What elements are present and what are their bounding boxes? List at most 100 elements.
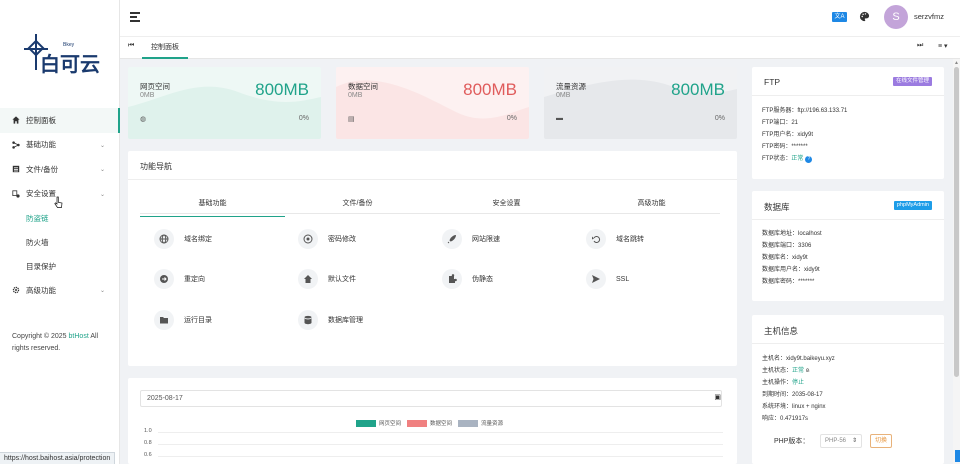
sidebar-subitem-dir-protect[interactable]: 目录保护 (0, 254, 120, 278)
kv-value: 21 (791, 120, 799, 126)
kv-value: xidy9t (804, 267, 820, 273)
legend-item[interactable]: 数据空间 (407, 419, 452, 427)
tab-basic[interactable]: 基础功能 (140, 198, 285, 217)
kv-value: ******* (791, 144, 808, 150)
kv-key: FTP用户名： (762, 132, 798, 138)
legend-swatch (458, 419, 479, 427)
legend-item[interactable]: 流量资源 (458, 419, 503, 427)
panel-title: FTP (764, 77, 781, 87)
fn-ssl[interactable]: SSL (586, 269, 629, 289)
fn-rate-limit[interactable]: 网站限速 (442, 229, 500, 249)
stat-percent: 0% (714, 115, 725, 122)
fn-domain-redirect[interactable]: 域名跳转 (586, 229, 644, 249)
panel-title: 主机信息 (764, 326, 799, 336)
fn-default-file[interactable]: 默认文件 (298, 269, 356, 289)
tab-security[interactable]: 安全设置 (434, 198, 579, 216)
tab-scroll-left-icon[interactable]: ⏮ (128, 42, 134, 50)
tab-scroll-right-icon[interactable]: ⏭ (917, 42, 923, 50)
fn-password[interactable]: 密码修改 (298, 229, 356, 249)
sidebar-item-label: 控制面板 (26, 115, 56, 125)
translate-icon[interactable]: 文A (832, 12, 847, 22)
redirect-icon (586, 229, 606, 249)
copyright-link[interactable]: btHost (69, 333, 89, 340)
wave-decoration (336, 80, 529, 139)
wave-decoration (128, 86, 321, 139)
ftp-password: FTP密码：******* (762, 141, 808, 150)
legend-label: 数据空间 (430, 421, 453, 427)
host-env: 系统环境：linux + nginx (762, 401, 826, 410)
avatar[interactable]: S (884, 5, 908, 29)
fn-redirect[interactable]: 重定向 (154, 269, 205, 289)
ftp-server: FTP服务器：ftp://196.63.133.71 (762, 105, 847, 114)
username[interactable]: serzvfmz (914, 12, 944, 21)
stat-label: 数据空间 (348, 82, 378, 91)
top-header: 文A S serzvfmz (120, 0, 960, 36)
kv-key: 数据库端口： (762, 243, 799, 249)
stat-used: 0MB (348, 92, 363, 99)
tab-advanced[interactable]: 高级功能 (579, 198, 724, 216)
kv-key: FTP密码： (762, 144, 792, 150)
stop-link[interactable]: 停止 (792, 380, 804, 386)
chevron-down-icon: ⌄ (99, 142, 105, 149)
fn-run-dir[interactable]: 运行目录 (154, 310, 212, 330)
divider (752, 95, 944, 96)
tab-files[interactable]: 文件/备份 (285, 198, 430, 216)
sidebar-item-label: 基础功能 (26, 140, 56, 150)
scrollbar-thumb[interactable] (954, 67, 959, 377)
fn-label: 网站限速 (472, 236, 500, 243)
date-input[interactable]: 2025-08-17 (140, 390, 722, 407)
scrollbar[interactable]: ▲ (953, 59, 960, 464)
puzzle-icon (442, 269, 462, 289)
logo[interactable]: Bkey 白可云 (24, 34, 100, 76)
file-manager-button[interactable]: 在线文件管理 (892, 77, 932, 86)
wave-decoration (544, 79, 737, 139)
php-version-select[interactable]: PHP-56 ⇕ (820, 434, 862, 448)
sidebar-subitem-firewall[interactable]: 防火墙 (0, 230, 120, 254)
fn-label: 密码修改 (328, 236, 356, 243)
host-action: 主机操作：停止 (762, 377, 804, 386)
stat-used: 0MB (556, 92, 571, 99)
fn-domain-bind[interactable]: 域名绑定 (154, 229, 212, 249)
mouse-pointer-icon (54, 196, 64, 210)
chart-legend: 网页空间 数据空间 流量资源 (356, 419, 509, 427)
function-nav-panel: 功能导航 基础功能 文件/备份 安全设置 高级功能 域名绑定 密码修改 网站限速… (128, 151, 737, 366)
kv-value: linux + nginx (792, 404, 826, 410)
tab-menu-icon[interactable]: ≡ ▾ (938, 42, 948, 50)
tab-dashboard[interactable]: 控制面板 (142, 37, 188, 59)
stat-total: 800MB (671, 80, 725, 99)
legend-swatch (407, 419, 428, 427)
send-icon (586, 269, 606, 289)
sidebar-item-advanced[interactable]: 高级功能 ⌄ (0, 278, 120, 303)
sidebar-item-dashboard[interactable]: 控制面板 (0, 108, 120, 133)
db-password: 数据库密码：******* (762, 276, 814, 285)
scroll-up-icon[interactable]: ▲ (954, 60, 959, 66)
ftp-username: FTP用户名：xidy9t (762, 129, 813, 138)
kv-key: FTP端口： (762, 120, 792, 126)
stat-total: 800MB (463, 80, 517, 99)
fn-label: 伪静态 (472, 276, 493, 283)
kv-key: FTP服务器： (762, 108, 798, 114)
fn-label: 数据库管理 (328, 317, 363, 324)
sidebar: Bkey 白可云 控制面板 基础功能 ⌄ 文件/备份 ⌄ 安全设置 ⌄ 防盗链 … (0, 0, 120, 464)
help-icon[interactable]: ? (805, 156, 813, 163)
sidebar-item-basic[interactable]: 基础功能 ⌄ (0, 133, 120, 158)
fn-rewrite[interactable]: 伪静态 (442, 269, 493, 289)
palette-icon[interactable] (859, 11, 870, 22)
menu-toggle-icon[interactable] (130, 12, 140, 22)
host-expiry: 到期时间：2035-08-17 (762, 389, 823, 398)
db-name: 数据库名：xidy9t (762, 252, 808, 261)
db-port: 数据库端口：3306 (762, 240, 811, 249)
sidebar-item-files[interactable]: 文件/备份 ⌄ (0, 157, 120, 182)
stat-label: 网页空间 (140, 82, 170, 91)
panel-title: 数据库 (764, 202, 790, 212)
phpmyadmin-button[interactable]: phpMyAdmin (893, 201, 932, 210)
host-status: 主机状态：正常 ⍝ (762, 365, 809, 375)
home-icon (298, 269, 318, 289)
fn-db-manage[interactable]: 数据库管理 (298, 310, 363, 330)
switch-php-button[interactable]: 切换 (870, 434, 892, 448)
database-icon: ▤ (348, 116, 355, 123)
legend-label: 网页空间 (379, 421, 402, 427)
calendar-icon[interactable]: ▣ (714, 393, 721, 401)
usage-chart-panel: 2025-08-17 ▣ 网页空间 数据空间 流量资源 1.0 0.8 0.6 (128, 378, 737, 464)
legend-item[interactable]: 网页空间 (356, 419, 401, 427)
